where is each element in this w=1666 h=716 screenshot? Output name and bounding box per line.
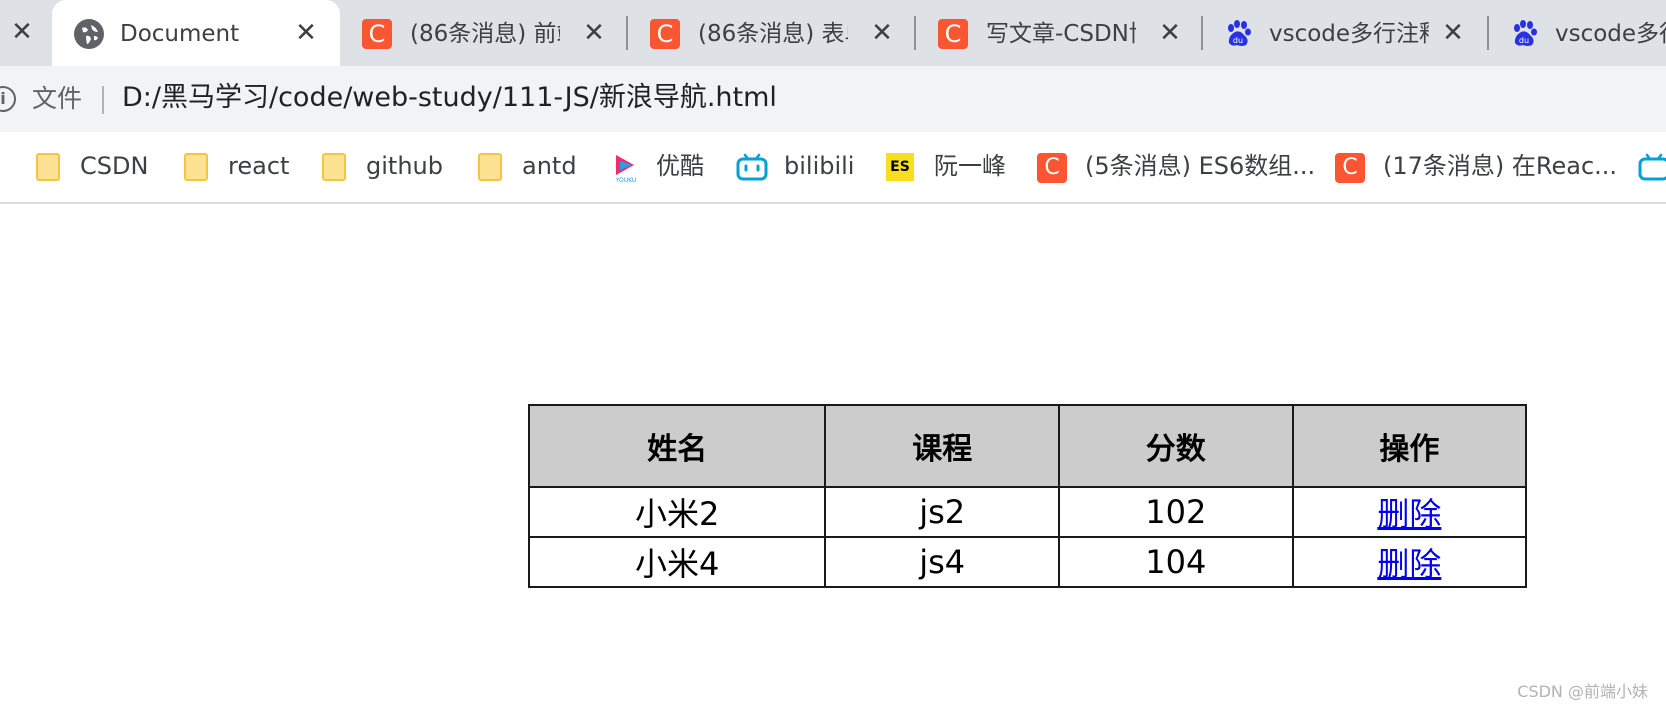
table-row: 小米4 js4 104 删除 [527,536,1528,588]
cell-name: 小米4 [527,536,827,588]
bookmark-es6-array[interactable]: C (5条消息) ES6数组... [1037,144,1317,188]
bookmark-overflow-bilibili[interactable] [1638,144,1666,188]
bookmark-csdn[interactable]: CSDN [36,144,166,188]
folder-icon [322,153,346,181]
baidu-icon: du [1509,19,1539,49]
csdn-icon: C [1037,153,1067,183]
svg-text:YOUKU: YOUKU [615,177,637,183]
header-score: 分数 [1057,404,1294,488]
info-icon[interactable]: i [0,86,16,112]
cell-score: 104 [1057,536,1294,588]
close-icon[interactable]: ✕ [6,16,38,48]
cell-score: 102 [1057,486,1294,538]
watermark: CSDN @前端小妹 [1517,682,1648,701]
bookmark-label: bilibili [784,152,855,180]
youku-icon: YOUKU [612,153,640,183]
tab-document[interactable]: Document ✕ [52,0,340,66]
cell-course: js4 [824,536,1060,588]
svg-text:du: du [1519,36,1529,45]
delete-link[interactable]: 删除 [1377,495,1441,533]
table-header-row: 姓名 课程 分数 操作 [527,404,1528,488]
cell-action: 删除 [1291,536,1528,588]
close-tab-icon[interactable]: ✕ [578,17,610,49]
csdn-icon: C [938,19,968,49]
csdn-icon: C [362,19,392,49]
tab-strip: ✕ Document ✕ C (86条消息) 前端 ✕ C (86条消息) 表单… [0,0,1666,66]
folder-icon [478,153,502,181]
header-name: 姓名 [527,404,827,488]
bookmark-label: (17条消息) 在Reac... [1383,152,1618,180]
close-tab-icon[interactable]: ✕ [1154,17,1186,49]
globe-icon [74,19,104,49]
bookmark-github[interactable]: github [322,144,452,188]
baidu-icon: du [1223,19,1253,49]
bookmark-label: react [228,152,290,180]
bookmark-label: antd [522,152,577,180]
address-divider [102,86,104,114]
header-course: 课程 [824,404,1060,488]
tab-title: vscode多行 [1555,21,1666,47]
bookmark-ruanyifeng[interactable]: ES 阮一峰 [886,144,1026,188]
score-table: 姓名 课程 分数 操作 小米2 js2 102 删除 小米4 js4 104 删… [527,404,1528,588]
tab-title: (86条消息) 前端 [410,21,560,47]
tab-title: vscode多行注释 [1269,21,1429,47]
bookmark-bilibili[interactable]: bilibili [736,144,876,188]
url-input[interactable]: D:/黑马学习/code/web-study/111-JS/新浪导航.html [122,80,777,116]
table-row: 小米2 js2 102 删除 [527,486,1528,538]
es-icon: ES [886,153,914,181]
bookmark-label: CSDN [80,152,149,180]
tab-baidu-2[interactable]: du vscode多行 [1489,0,1666,66]
folder-icon [184,153,208,181]
bookmark-antd[interactable]: antd [478,144,588,188]
bilibili-icon [1638,153,1666,181]
scheme-label[interactable]: 文件 [32,82,82,116]
bookmark-youku[interactable]: YOUKU 优酷 [612,144,712,188]
bookmark-react[interactable]: react [184,144,294,188]
bookmark-label: 优酷 [656,152,704,180]
header-action: 操作 [1291,404,1528,488]
svg-text:du: du [1233,36,1243,45]
cell-name: 小米2 [527,486,827,538]
bookmark-react-article[interactable]: C (17条消息) 在Reac... [1335,144,1625,188]
cell-course: js2 [824,486,1060,538]
tab-title: 写文章-CSDN博 [986,21,1136,47]
close-tab-icon[interactable]: ✕ [1437,17,1469,49]
bookmark-label: (5条消息) ES6数组... [1085,152,1316,180]
csdn-icon: C [650,19,680,49]
close-tab-icon[interactable]: ✕ [290,17,322,49]
tab-csdn-1[interactable]: C (86条消息) 前端 ✕ [340,0,628,66]
close-tab-icon[interactable]: ✕ [866,17,898,49]
tab-csdn-2[interactable]: C (86条消息) 表单 ✕ [628,0,916,66]
tab-title: (86条消息) 表单 [698,21,848,47]
bookmark-label: github [366,152,443,180]
tab-csdn-3[interactable]: C 写文章-CSDN博 ✕ [916,0,1204,66]
bookmarks-bar: CSDN react github antd YOUKU 优酷 bilibili… [0,132,1666,204]
address-bar: i 文件 D:/黑马学习/code/web-study/111-JS/新浪导航.… [0,66,1666,132]
bookmark-label: 阮一峰 [934,152,1006,180]
folder-icon [36,153,60,181]
cell-action: 删除 [1291,486,1528,538]
tab-baidu-1[interactable]: du vscode多行注释 ✕ [1203,0,1491,66]
delete-link[interactable]: 删除 [1377,545,1441,583]
bilibili-icon [736,153,768,181]
tab-title: Document [120,21,240,47]
csdn-icon: C [1335,153,1365,183]
